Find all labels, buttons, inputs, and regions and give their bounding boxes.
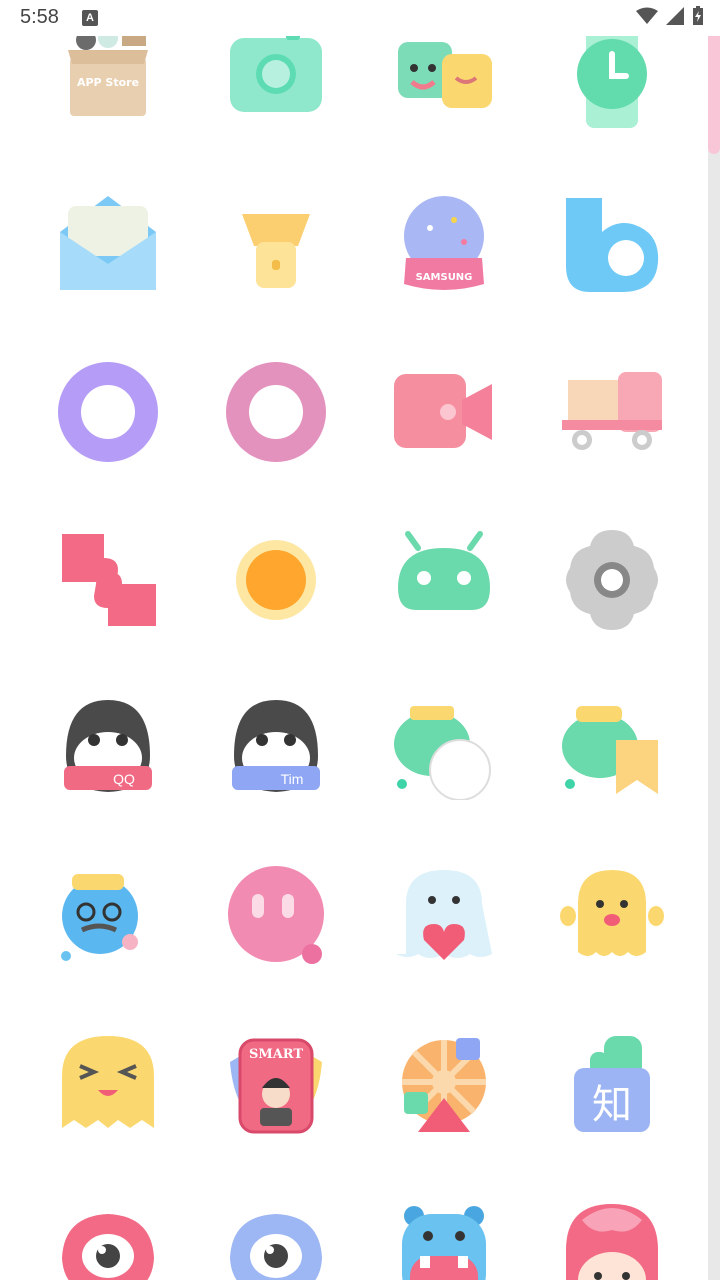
app-store-icon[interactable]: APP Store <box>56 36 160 128</box>
clock-watch-icon[interactable] <box>560 36 664 128</box>
icon-grid: APP Store SAMSUNG QQ Tim SMART 知 <box>0 36 708 1280</box>
wheel-share-icon[interactable] <box>392 1032 496 1136</box>
mail-envelope-icon[interactable] <box>56 192 160 296</box>
settings-gear-icon[interactable] <box>560 528 664 632</box>
squint-ghost-icon[interactable] <box>56 1032 160 1136</box>
android-icon[interactable] <box>392 528 496 632</box>
qq-penguin-icon[interactable]: QQ <box>56 696 160 800</box>
status-bar: 5:58 A <box>0 0 720 36</box>
weibo-eye-icon[interactable] <box>56 1200 160 1280</box>
puzzle-pieces-icon[interactable] <box>56 528 160 632</box>
tim-text: Tim <box>281 771 304 787</box>
smart-text: SMART <box>249 1047 303 1062</box>
blue-character-icon[interactable] <box>56 864 160 968</box>
notification-badge-icon: A <box>82 10 98 26</box>
flower-girl-icon[interactable] <box>560 1200 664 1280</box>
scrollbar-track[interactable] <box>708 36 720 1280</box>
yellow-ghost-icon[interactable] <box>560 864 664 968</box>
qq-text: QQ <box>113 771 135 787</box>
delivery-truck-icon[interactable] <box>560 360 664 464</box>
video-camera-icon[interactable] <box>392 360 496 464</box>
flashlight-icon[interactable] <box>224 192 328 296</box>
blue-eye-icon[interactable] <box>224 1200 328 1280</box>
purple-ring-icon[interactable] <box>56 360 160 464</box>
pink-ring-icon[interactable] <box>224 360 328 464</box>
bookmark-chat-icon[interactable] <box>560 696 664 800</box>
samsung-text: SAMSUNG <box>416 272 473 283</box>
chat-bubbles-icon[interactable] <box>392 696 496 800</box>
scrollbar-thumb[interactable] <box>708 36 720 154</box>
tim-penguin-icon[interactable]: Tim <box>224 696 328 800</box>
sun-icon[interactable] <box>224 528 328 632</box>
puzzle-friends-icon[interactable] <box>392 36 496 128</box>
samsung-globe-icon[interactable]: SAMSUNG <box>392 192 496 296</box>
app-store-text: APP Store <box>77 76 139 89</box>
cellular-signal-icon <box>666 7 684 25</box>
hippo-icon[interactable] <box>392 1200 496 1280</box>
wifi-icon <box>636 7 658 24</box>
zhihu-icon[interactable]: 知 <box>560 1032 664 1136</box>
battery-charging-icon <box>693 6 703 25</box>
zhihu-text: 知 <box>592 1082 632 1128</box>
status-time: 5:58 <box>20 6 59 28</box>
pink-bubble-icon[interactable] <box>224 864 328 968</box>
ghost-heart-icon[interactable] <box>392 864 496 968</box>
smart-card-icon[interactable]: SMART <box>224 1032 328 1136</box>
bixby-icon[interactable] <box>560 192 664 296</box>
camera-icon[interactable] <box>224 36 328 128</box>
